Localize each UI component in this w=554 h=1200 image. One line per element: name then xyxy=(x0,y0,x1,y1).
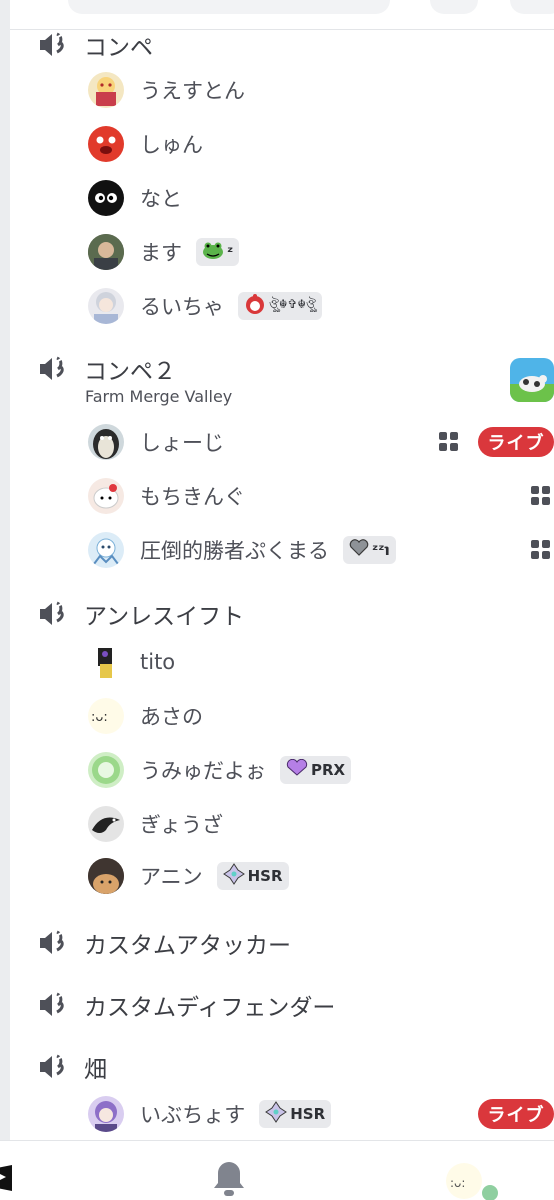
top-bar xyxy=(10,0,554,30)
controller-icon xyxy=(528,537,554,563)
green-avatar xyxy=(88,752,124,788)
member-badge: HSR xyxy=(259,1100,332,1128)
badge-text: ᶻ xyxy=(227,243,234,261)
red-face-avatar xyxy=(88,126,124,162)
grey-hair-avatar xyxy=(88,288,124,324)
member-badge: ঔৣ☬✞☬ঔৣ xyxy=(238,292,322,320)
purple-heart-icon xyxy=(286,758,308,781)
member-name: なと xyxy=(140,187,182,211)
svg-text::ᴗ:: :ᴗ: xyxy=(450,1176,465,1190)
hsr-diamond-icon xyxy=(222,863,245,889)
channel-name: カスタムアタッカー xyxy=(84,933,291,959)
member-name: アニン xyxy=(140,865,203,889)
badge-text: HSR xyxy=(247,867,283,885)
voice-channel-custom-defender[interactable]: カスタムディフェンダー xyxy=(38,988,335,1022)
badge-text: PRX xyxy=(311,761,346,779)
member-name: ぎょうざ xyxy=(140,813,223,837)
speaker-icon xyxy=(38,1053,70,1081)
member-row[interactable]: しょーじ ライブ xyxy=(88,422,554,462)
bottom-navigation: :ᴗ: xyxy=(0,1140,554,1200)
channel-name: アンレスイフト xyxy=(84,604,245,630)
blue-character-avatar xyxy=(88,532,124,568)
voice-channel-hatake[interactable]: 畑 xyxy=(38,1050,107,1084)
badge-text: ঔৣ☬✞☬ঔৣ xyxy=(269,297,316,311)
member-name: うみゅだよぉ xyxy=(140,759,266,783)
speaker-icon xyxy=(38,991,70,1019)
member-name: もちきんぐ xyxy=(140,485,245,509)
dark-figure-avatar xyxy=(88,644,124,680)
anime-avatar xyxy=(88,72,124,108)
controller-icon xyxy=(436,429,462,455)
voice-channel-konpe2[interactable]: コンペ２ xyxy=(38,352,176,386)
hello-kitty-avatar xyxy=(88,478,124,514)
member-name: しょーじ xyxy=(140,431,224,455)
bell-icon[interactable] xyxy=(212,1159,246,1199)
bird-avatar xyxy=(88,806,124,842)
channel-activity: Farm Merge Valley xyxy=(85,387,233,406)
member-row[interactable]: tito xyxy=(88,642,554,682)
live-badge: ライブ xyxy=(478,427,554,457)
frog-icon xyxy=(202,241,224,263)
member-name: tito xyxy=(140,650,176,674)
member-name: いぶちょす xyxy=(140,1103,246,1127)
controller-icon xyxy=(528,483,554,509)
top-action-pill[interactable] xyxy=(430,0,478,14)
cat-face-avatar: :ᴗ: xyxy=(88,698,124,734)
member-name: ます xyxy=(140,241,182,265)
red-bell-icon xyxy=(244,293,266,319)
member-row[interactable]: しゅん xyxy=(88,124,554,164)
purple-hair-avatar xyxy=(88,1096,124,1132)
grey-heart-icon xyxy=(349,539,369,561)
badge-text: HSR xyxy=(290,1105,326,1123)
live-badge: ライブ xyxy=(478,1099,554,1129)
member-name: あさの xyxy=(140,705,203,729)
search-pill[interactable] xyxy=(68,0,390,14)
member-badge: ᶻᶻ℩ xyxy=(343,536,396,564)
member-row[interactable]: るいちゃ ঔৣ☬✞☬ঔৣ xyxy=(88,286,554,326)
channel-name: 畑 xyxy=(84,1057,107,1083)
channel-name: カスタムディフェンダー xyxy=(84,995,336,1021)
member-row[interactable]: いぶちょす HSR ライブ xyxy=(88,1094,554,1134)
member-row[interactable]: うえすとん xyxy=(88,70,554,110)
channel-name: コンペ２ xyxy=(84,359,176,385)
member-row[interactable]: なと xyxy=(88,178,554,218)
penguin-avatar xyxy=(88,424,124,460)
member-name: るいちゃ xyxy=(140,295,224,319)
member-badge: PRX xyxy=(280,756,352,784)
member-name: うえすとん xyxy=(140,79,245,103)
voice-channel-konpe[interactable]: コンペ xyxy=(38,28,153,62)
server-sidebar-edge xyxy=(0,0,10,1140)
member-name: 圧倒的勝者ぷくまる xyxy=(140,539,329,563)
channel-name: コンペ xyxy=(84,35,153,61)
speaker-icon xyxy=(38,600,70,628)
member-badge: ᶻ xyxy=(196,238,240,266)
top-action-pill-2[interactable] xyxy=(510,0,554,14)
badge-text: ᶻᶻ℩ xyxy=(372,541,390,559)
speaker-icon xyxy=(38,31,70,59)
speaker-icon xyxy=(38,929,70,957)
member-row[interactable]: :ᴗ: あさの xyxy=(88,696,554,736)
member-row[interactable]: ます ᶻ xyxy=(88,232,554,272)
voice-channel-custom-attacker[interactable]: カスタムアタッカー xyxy=(38,926,291,960)
hsr-diamond-icon xyxy=(265,1101,288,1127)
farm-merge-valley-icon[interactable] xyxy=(510,358,554,402)
member-row[interactable]: アニン HSR xyxy=(88,856,554,896)
member-row[interactable]: もちきんぐ xyxy=(88,476,554,516)
photo-avatar xyxy=(88,234,124,270)
member-row[interactable]: 圧倒的勝者ぷくまる ᶻᶻ℩ xyxy=(88,530,554,570)
speaker-icon xyxy=(38,355,70,383)
black-soot-avatar xyxy=(88,180,124,216)
member-row[interactable]: うみゅだよぉ PRX xyxy=(88,750,554,790)
cat-photo-avatar xyxy=(88,858,124,894)
partial-logo-icon[interactable] xyxy=(0,1163,16,1193)
profile-avatar-icon[interactable]: :ᴗ: xyxy=(442,1161,500,1200)
member-badge: HSR xyxy=(216,862,289,890)
member-row[interactable]: ぎょうざ xyxy=(88,804,554,844)
svg-text::ᴗ:: :ᴗ: xyxy=(91,710,108,725)
voice-channel-unless-ift[interactable]: アンレスイフト xyxy=(38,597,244,631)
member-name: しゅん xyxy=(140,133,203,157)
